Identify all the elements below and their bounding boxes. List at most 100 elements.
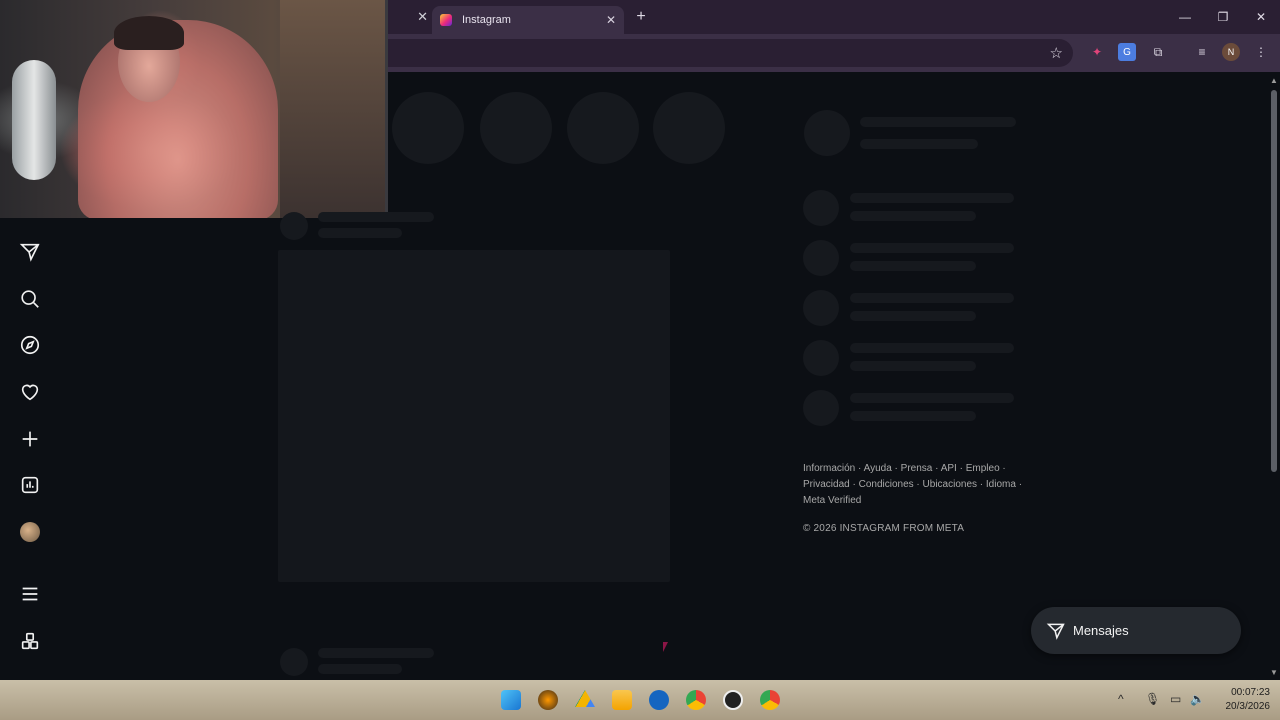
more-menu-icon[interactable] xyxy=(17,581,43,607)
suggestion-avatar-placeholder xyxy=(803,290,839,326)
search-icon[interactable] xyxy=(17,286,43,312)
microphone-icon[interactable]: 🎙 xyxy=(1145,692,1160,706)
footer-link-empleo[interactable]: Empleo xyxy=(966,463,1000,474)
story-placeholder xyxy=(480,92,552,164)
post-avatar-placeholder xyxy=(280,648,308,676)
footer-link-ubicaciones[interactable]: Ubicaciones xyxy=(923,479,977,490)
suggestion-subtitle-placeholder xyxy=(850,261,976,271)
suggestion-subtitle-placeholder xyxy=(850,411,976,421)
windows-start-icon[interactable] xyxy=(501,690,521,710)
send-icon xyxy=(1046,623,1065,640)
address-bar[interactable]: ☆ xyxy=(388,39,1073,67)
windows-taskbar xyxy=(0,680,1280,720)
story-placeholder xyxy=(653,92,725,164)
new-tab-button[interactable]: + xyxy=(632,6,650,28)
profile-avatar-icon[interactable]: N xyxy=(1222,43,1240,61)
footer-link-prensa[interactable]: Prensa xyxy=(901,463,933,474)
tab-close-button[interactable]: ✕ xyxy=(606,13,616,27)
extension-icon[interactable]: ✦ xyxy=(1088,43,1106,61)
suggestion-avatar-placeholder xyxy=(803,190,839,226)
chrome-icon[interactable] xyxy=(686,690,706,710)
story-placeholder xyxy=(567,92,639,164)
minimize-button[interactable]: — xyxy=(1166,0,1204,34)
post-username-placeholder xyxy=(318,212,434,222)
media-control-icon[interactable]: ≡ xyxy=(1193,43,1211,61)
fl-studio-icon[interactable] xyxy=(538,690,558,710)
webcam-microphone xyxy=(12,60,56,180)
footer-link-informacion[interactable]: Información xyxy=(803,463,855,474)
tab-title: Instagram xyxy=(462,14,511,26)
tab-instagram[interactable]: Instagram ✕ xyxy=(432,6,624,34)
messages-button[interactable]: Mensajes xyxy=(1031,607,1241,654)
suggestion-subtitle-placeholder xyxy=(850,211,976,221)
clock-date: 20/3/2026 xyxy=(1225,701,1271,712)
chrome-profile-icon[interactable] xyxy=(760,690,780,710)
footer-link-meta-verified[interactable]: Meta Verified xyxy=(803,495,861,506)
account-name-placeholder xyxy=(860,117,1016,127)
suggestion-name-placeholder xyxy=(850,193,1014,203)
footer-link-privacidad[interactable]: Privacidad xyxy=(803,479,850,490)
page-scrollbar[interactable]: ▲ ▼ xyxy=(1268,72,1280,680)
instagram-favicon-icon xyxy=(440,14,452,26)
footer-link-condiciones[interactable]: Condiciones xyxy=(859,479,914,490)
post-image-placeholder xyxy=(278,250,670,582)
messages-icon[interactable] xyxy=(17,239,43,265)
suggestion-subtitle-placeholder xyxy=(850,361,976,371)
suggestion-name-placeholder xyxy=(850,393,1014,403)
suggestion-name-placeholder xyxy=(850,293,1014,303)
suggestion-subtitle-placeholder xyxy=(850,311,976,321)
footer-link-api[interactable]: API xyxy=(941,463,957,474)
window-controls: — ❐ ✕ xyxy=(1166,0,1280,34)
footer-line-2: Privacidad · Condiciones · Ubicaciones ·… xyxy=(803,479,1023,490)
story-placeholder xyxy=(392,92,464,164)
footer-line-3: Meta Verified xyxy=(803,493,1023,509)
also-from-meta-icon[interactable] xyxy=(17,628,43,654)
translate-icon[interactable]: G xyxy=(1118,43,1136,61)
post-username-placeholder xyxy=(318,648,434,658)
post-avatar-placeholder xyxy=(280,212,308,240)
bookmark-star-icon[interactable]: ☆ xyxy=(1050,44,1063,62)
network-icon[interactable]: ▭ xyxy=(1170,692,1181,706)
account-avatar-placeholder xyxy=(804,110,850,156)
footer-line-1: Información · Ayuda · Prensa · API · Emp… xyxy=(803,463,1006,474)
volume-icon[interactable]: 🔈 xyxy=(1190,692,1205,706)
instagram-sidebar xyxy=(0,218,60,680)
scrollbar-thumb[interactable] xyxy=(1271,90,1277,472)
scroll-up-arrow-icon[interactable]: ▲ xyxy=(1270,76,1278,85)
webcam-hair xyxy=(114,16,184,50)
dashboard-icon[interactable] xyxy=(17,472,43,498)
webcam-overlay xyxy=(0,0,388,218)
create-icon[interactable] xyxy=(17,426,43,452)
account-subtitle-placeholder xyxy=(860,139,978,149)
footer-link-ayuda[interactable]: Ayuda xyxy=(864,463,892,474)
post-subtitle-placeholder xyxy=(318,228,402,238)
more-options-icon[interactable]: ⋮ xyxy=(1252,43,1270,61)
footer-copyright: © 2026 INSTAGRAM FROM META xyxy=(803,523,965,534)
suggestion-avatar-placeholder xyxy=(803,390,839,426)
suggestion-avatar-placeholder xyxy=(803,240,839,276)
webcam-shelf xyxy=(280,0,385,218)
taskbar-clock[interactable]: 00:07:23 20/3/2026 xyxy=(1212,686,1271,714)
tray-chevron-icon[interactable]: ^ xyxy=(1118,692,1124,706)
obs-icon[interactable] xyxy=(723,690,743,710)
close-window-button[interactable]: ✕ xyxy=(1242,0,1280,34)
suggestion-name-placeholder xyxy=(850,243,1014,253)
explore-icon[interactable] xyxy=(17,332,43,358)
notifications-icon[interactable] xyxy=(17,379,43,405)
messages-label: Mensajes xyxy=(1073,623,1129,638)
profile-avatar[interactable] xyxy=(20,522,40,542)
voice-app-icon[interactable] xyxy=(649,690,669,710)
post-subtitle-placeholder xyxy=(318,664,402,674)
extensions-puzzle-icon[interactable]: ⧉ xyxy=(1149,43,1167,61)
footer-links: Información · Ayuda · Prensa · API · Emp… xyxy=(803,461,1023,509)
tab-previous[interactable]: ✕ xyxy=(388,6,428,28)
maximize-button[interactable]: ❐ xyxy=(1204,0,1242,34)
file-explorer-icon[interactable] xyxy=(612,690,632,710)
tab-close-button[interactable]: ✕ xyxy=(417,9,428,25)
suggestion-name-placeholder xyxy=(850,343,1014,353)
suggestion-avatar-placeholder xyxy=(803,340,839,376)
scroll-down-arrow-icon[interactable]: ▼ xyxy=(1270,668,1278,677)
mouse-cursor-icon xyxy=(663,642,668,652)
footer-link-idioma[interactable]: Idioma xyxy=(986,479,1016,490)
clock-time: 00:07:23 xyxy=(1231,687,1270,698)
